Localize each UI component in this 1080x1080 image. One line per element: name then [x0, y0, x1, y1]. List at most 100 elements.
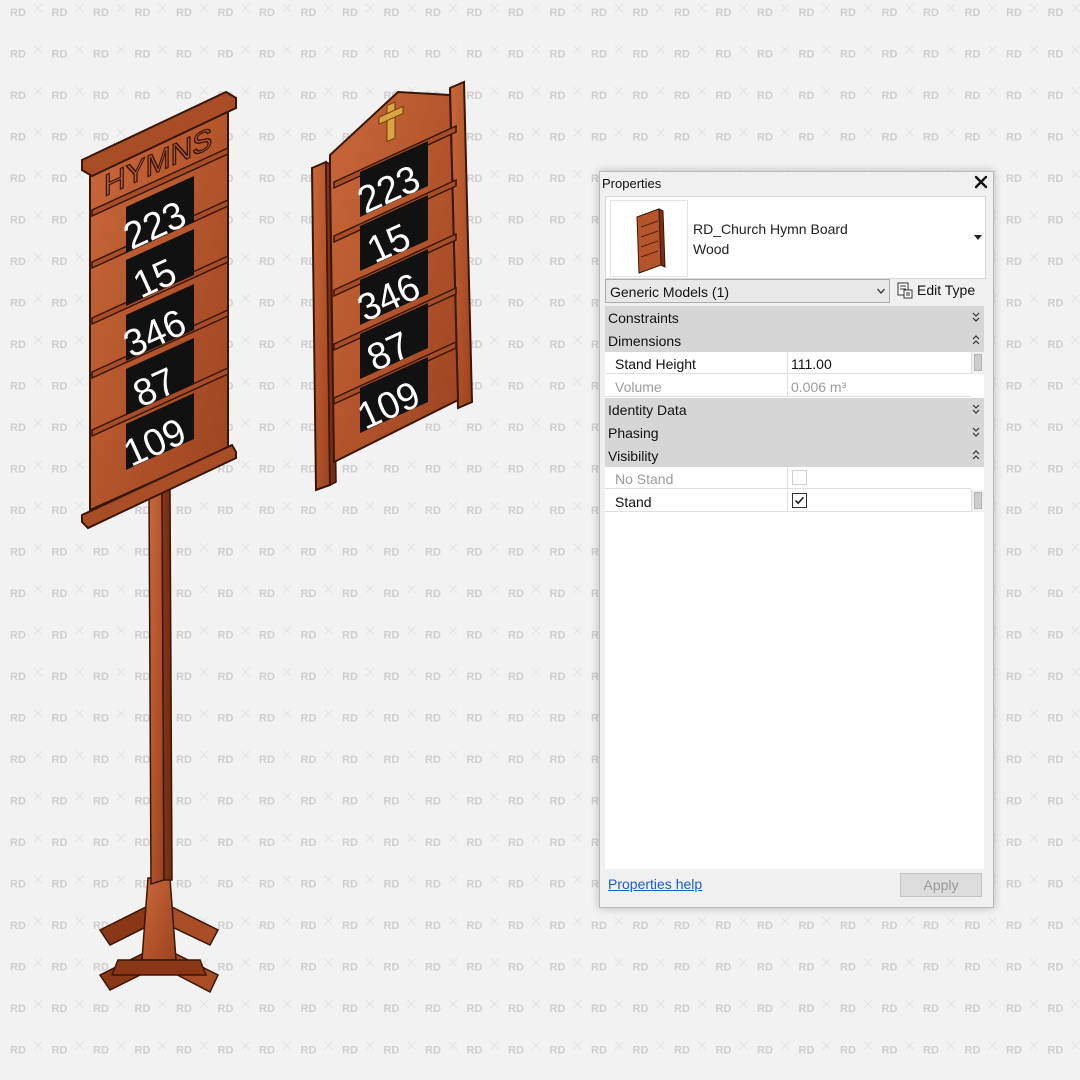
watermark-mark [1029, 335, 1039, 345]
watermark-mark [1029, 252, 1039, 262]
watermark-mark [946, 86, 956, 96]
watermark-mark [1029, 543, 1039, 552]
watermark-text: RD [799, 962, 815, 974]
watermark-mark [1029, 86, 1039, 96]
value-spinner[interactable] [971, 352, 984, 374]
watermark-mark [614, 1041, 624, 1050]
watermark-text: RD [923, 90, 939, 102]
watermark-mark [1071, 792, 1080, 801]
type-selector[interactable]: RD_Church Hymn Board Wood [605, 196, 986, 279]
watermark-mark [946, 999, 956, 1009]
watermark-text: RD [1048, 962, 1064, 974]
watermark-mark [780, 1041, 790, 1050]
watermark-mark [1071, 916, 1080, 926]
group-phasing[interactable]: Phasing [605, 421, 984, 444]
watermark-mark [905, 45, 914, 54]
watermark-text: RD [1048, 381, 1064, 393]
watermark-text: RD [882, 1003, 898, 1015]
watermark-mark [822, 958, 831, 967]
watermark-text: RD [674, 49, 690, 61]
dropdown-arrow-icon[interactable] [973, 233, 983, 241]
watermark-mark [1071, 252, 1080, 262]
watermark-mark [863, 958, 873, 967]
watermark-mark [614, 86, 624, 96]
watermark-text: RD [1048, 256, 1064, 268]
watermark-text: RD [1006, 339, 1022, 351]
watermark-text: RD [923, 7, 939, 19]
watermark-mark [656, 86, 665, 96]
watermark-mark [1029, 709, 1039, 718]
watermark-text: RD [882, 49, 898, 61]
watermark-mark [1029, 211, 1039, 220]
param-row-stand: Stand [605, 490, 984, 513]
watermark-text: RD [757, 1003, 773, 1015]
watermark-mark [946, 958, 956, 967]
watermark-text: RD [633, 90, 649, 102]
watermark-mark [780, 999, 790, 1009]
close-icon[interactable] [971, 172, 991, 192]
watermark-text: RD [1006, 90, 1022, 102]
watermark-text: RD [1048, 879, 1064, 891]
instance-filter-select[interactable]: Generic Models (1) [605, 279, 890, 303]
stand-checkbox[interactable] [792, 493, 807, 508]
watermark-mark [614, 45, 624, 54]
watermark-mark [863, 1041, 873, 1050]
watermark-text: RD [1006, 1003, 1022, 1015]
watermark-mark [1071, 211, 1080, 220]
watermark-mark [988, 1041, 997, 1050]
group-dimensions[interactable]: Dimensions [605, 329, 984, 352]
watermark-mark [822, 916, 831, 926]
watermark-mark [697, 916, 707, 926]
watermark-mark [988, 128, 997, 137]
watermark-mark [1071, 45, 1080, 54]
watermark-text: RD [1006, 630, 1022, 642]
no-stand-checkbox [792, 470, 807, 485]
watermark-text: RD [799, 7, 815, 19]
watermark-text: RD [840, 49, 856, 61]
row-scrollbar[interactable] [971, 490, 984, 512]
watermark-text: RD [1006, 256, 1022, 268]
watermark-mark [614, 3, 624, 13]
watermark-mark [988, 45, 997, 54]
watermark-mark [780, 958, 790, 967]
watermark-mark [822, 3, 831, 13]
watermark-mark [1029, 45, 1039, 54]
stand-height-input[interactable]: 111.00 [788, 352, 971, 374]
properties-help-link[interactable]: Properties help [608, 876, 702, 892]
stand-post [148, 484, 173, 886]
watermark-mark [614, 958, 624, 967]
watermark-mark [822, 999, 831, 1009]
watermark-text: RD [1006, 7, 1022, 19]
watermark-mark [739, 128, 748, 137]
apply-button[interactable]: Apply [900, 873, 982, 897]
watermark-text: RD [633, 1003, 649, 1015]
watermark-mark [988, 916, 997, 926]
watermark-text: RD [1048, 1003, 1064, 1015]
group-constraints[interactable]: Constraints [605, 306, 984, 329]
watermark-text: RD [882, 1045, 898, 1057]
watermark-text: RD [840, 132, 856, 144]
watermark-text: RD [633, 920, 649, 932]
watermark-mark [1029, 875, 1039, 884]
param-row-no-stand: No Stand [605, 467, 984, 490]
watermark-text: RD [716, 962, 732, 974]
watermark-text: RD [716, 1045, 732, 1057]
type-thumbnail [610, 200, 688, 277]
watermark-text: RD [840, 962, 856, 974]
watermark-mark [1071, 709, 1080, 718]
watermark-text: RD [633, 7, 649, 19]
watermark-mark [863, 45, 873, 54]
watermark-mark [946, 128, 956, 137]
watermark-text: RD [757, 920, 773, 932]
watermark-text: RD [1048, 796, 1064, 808]
watermark-mark [739, 86, 748, 96]
watermark-text: RD [882, 132, 898, 144]
watermark-text: RD [1048, 7, 1064, 19]
group-visibility[interactable]: Visibility [605, 444, 984, 467]
group-identity-data[interactable]: Identity Data [605, 398, 984, 421]
watermark-mark [905, 999, 914, 1009]
watermark-text: RD [1006, 547, 1022, 559]
watermark-text: RD [674, 920, 690, 932]
watermark-text: RD [1048, 173, 1064, 185]
watermark-text: RD [674, 1045, 690, 1057]
